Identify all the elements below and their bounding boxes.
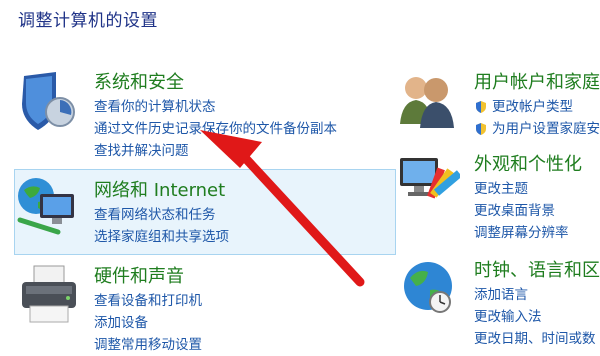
red-arrow-icon — [200, 130, 365, 287]
